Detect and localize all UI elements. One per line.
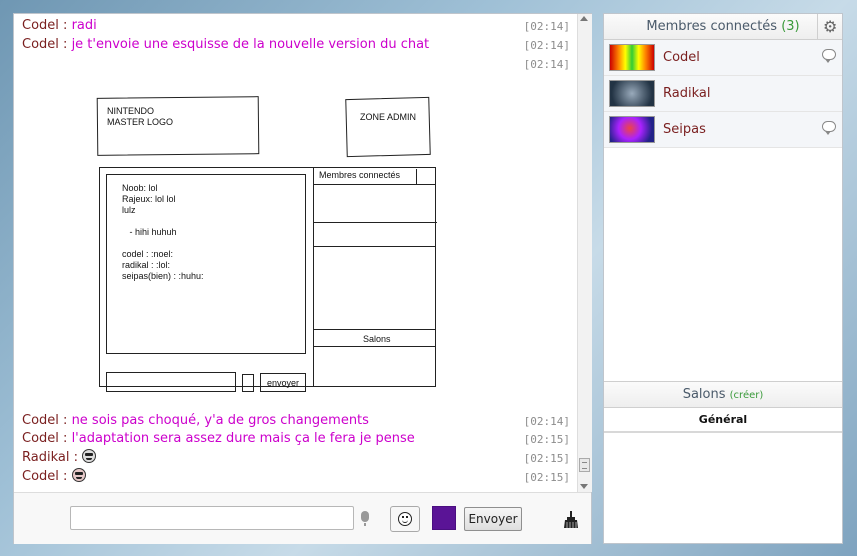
message-text: je t'envoie une esquisse de la nouvelle … [71,37,430,52]
message-row: [02:14] [22,55,570,73]
sketch-admin-box [345,96,431,158]
chat-bubble-icon[interactable] [822,49,836,63]
sketch-rooms-text: Salons [363,334,391,344]
message-list: Codel : radi [02:14] Codel : je t'envoie… [14,14,576,492]
sketch-small-box [242,374,254,392]
message-separator: : [58,18,72,33]
member-name: Seipas [663,122,706,137]
avatar [609,116,655,143]
message-separator: : [58,431,72,446]
sketch-line [416,169,418,184]
sketch-divider [313,167,315,387]
gear-icon[interactable] [817,14,842,39]
avatar [609,44,655,71]
scroll-up-icon[interactable] [580,16,588,21]
sketch-admin-text: ZONE ADMIN [360,112,417,122]
chat-panel: Codel : radi [02:14] Codel : je t'envoie… [13,13,592,544]
message-timestamp: [02:14] [523,415,570,428]
message-username[interactable]: Codel [22,37,59,52]
sketch-chat-lines: Noob: lol Rajeux: lol lol lulz - hihi hu… [122,183,204,281]
message-row: Codel : je t'envoie une esquisse de la n… [22,36,570,54]
sidebar: Membres connectés (3) Codel Radikal Seip… [603,13,843,544]
message-username[interactable]: Codel [22,469,59,484]
message-text: radi [71,18,97,33]
message-timestamp: [02:15] [523,433,570,446]
sketch-image[interactable]: NINTENDO MASTER LOGO ZONE ADMIN Noob: lo… [94,94,439,399]
rooms-title: Salons [682,387,726,402]
message-username[interactable]: Codel [22,431,59,446]
text-color-picker[interactable] [432,506,456,530]
sketch-line [313,246,435,247]
member-item-radikal[interactable]: Radikal [604,76,842,112]
message-username[interactable]: Codel [22,413,59,428]
message-username[interactable]: Radikal [22,450,69,465]
message-separator: : [58,413,72,428]
sketch-logo-text: NINTENDO MASTER LOGO [107,106,174,127]
scroll-thumb[interactable] [579,458,590,472]
message-timestamp: [02:15] [523,471,570,484]
sketch-send-text: envoyer [267,378,300,388]
smiley-icon [398,512,412,526]
microphone-icon[interactable] [361,511,369,526]
message-input-bar: Envoyer [14,492,591,544]
avatar [609,80,655,107]
sketch-line [313,346,435,347]
emoticon-button[interactable] [390,506,420,532]
message-timestamp: [02:14] [523,58,570,71]
message-separator: : [69,450,83,465]
member-name: Codel [663,50,700,65]
message-row: Codel : [02:15] [22,468,570,486]
message-row: Codel : ne sois pas choqué, y'a de gros … [22,412,570,430]
message-username[interactable]: Codel [22,18,59,33]
create-room-link[interactable]: (créer) [730,390,764,401]
room-tab-general[interactable]: Général [604,408,842,433]
message-timestamp: [02:15] [523,452,570,465]
message-row: Radikal : [02:15] [22,449,570,467]
clear-broom-icon[interactable] [563,511,579,529]
sketch-line [313,222,437,223]
members-title: Membres connectés [646,19,778,34]
message-row: Codel : radi [02:14] [22,17,570,35]
rooms-header: Salons (créer) [604,381,842,408]
message-scrollbar[interactable] [577,14,592,492]
message-row: Codel : l'adaptation sera assez dure mai… [22,430,570,448]
message-text: l'adaptation sera assez dure mais ça le … [71,431,415,446]
member-item-seipas[interactable]: Seipas [604,112,842,148]
angry-smiley-icon [71,468,86,482]
sketch-input-box [106,372,236,392]
grin-smiley-icon [82,449,97,463]
sketch-line [313,329,435,330]
members-count: (3) [781,19,800,34]
message-timestamp: [02:14] [523,20,570,33]
chat-bubble-icon[interactable] [822,121,836,135]
member-item-codel[interactable]: Codel [604,40,842,76]
send-button[interactable]: Envoyer [464,507,522,531]
message-separator: : [58,37,72,52]
sketch-members-text: Membres connectés [319,170,401,180]
message-text: ne sois pas choqué, y'a de gros changeme… [71,413,369,428]
message-input[interactable] [70,506,354,530]
sketch-line [313,184,435,185]
message-timestamp: [02:14] [523,39,570,52]
message-separator: : [58,469,72,484]
scroll-down-icon[interactable] [580,484,588,489]
members-header: Membres connectés (3) [604,14,842,40]
member-name: Radikal [663,86,711,101]
